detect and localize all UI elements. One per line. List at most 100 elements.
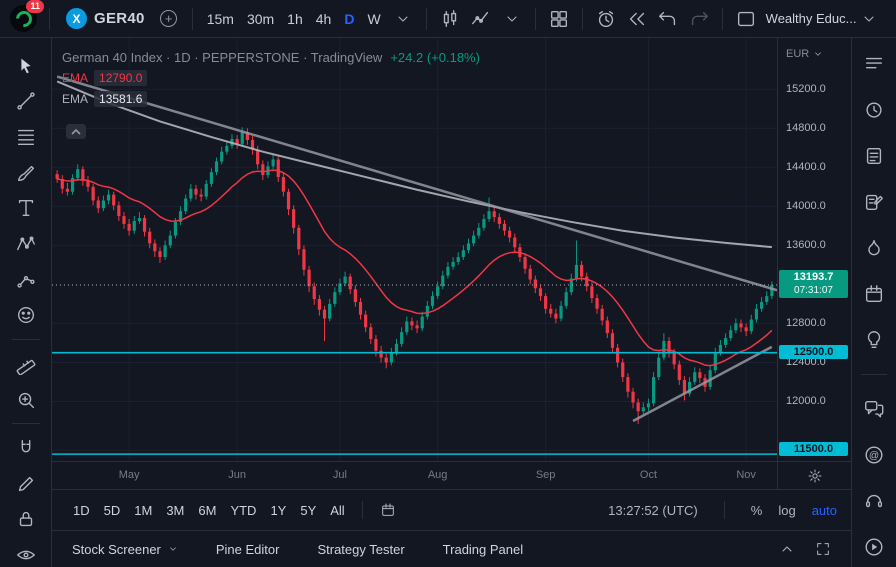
timeframe-15m[interactable]: 15m bbox=[201, 7, 240, 31]
ema-slow-legend[interactable]: EMA 13581.6 bbox=[62, 91, 480, 107]
flame-icon bbox=[863, 237, 885, 259]
percent-scale-button[interactable]: % bbox=[751, 503, 763, 518]
gear-icon[interactable] bbox=[807, 468, 823, 484]
templates-grid-button[interactable] bbox=[544, 4, 574, 34]
notebook-button[interactable] bbox=[860, 190, 888, 214]
timeframe-1h[interactable]: 1h bbox=[281, 7, 309, 31]
fib-retracement-tool-button[interactable] bbox=[12, 125, 40, 149]
measure-tool-button[interactable] bbox=[12, 352, 40, 376]
symbol-search-button[interactable]: X GER40 bbox=[58, 5, 153, 32]
watchlist-icon bbox=[863, 53, 885, 75]
price-scale-label: 14400.0 bbox=[786, 161, 826, 173]
price-scale[interactable]: EUR 15200.014800.014400.014000.013600.01… bbox=[777, 38, 851, 461]
xabcd-pattern-icon bbox=[15, 233, 37, 255]
tab-trading-panel[interactable]: Trading Panel bbox=[443, 542, 523, 557]
timeframe-1d[interactable]: D bbox=[338, 7, 360, 31]
goto-date-button[interactable] bbox=[373, 495, 403, 525]
divider bbox=[12, 423, 40, 424]
hotlists-button[interactable] bbox=[860, 236, 888, 260]
brush-icon bbox=[15, 162, 37, 184]
timeframe-menu-button[interactable] bbox=[388, 4, 418, 34]
time-axis[interactable]: MayJunJulAugSepOctNov bbox=[52, 461, 851, 489]
auto-scale-button[interactable]: auto bbox=[812, 503, 837, 518]
timeframe-1w[interactable]: W bbox=[361, 7, 386, 31]
text-tool-button[interactable] bbox=[12, 197, 40, 221]
alert-button[interactable] bbox=[591, 4, 621, 34]
layout-name[interactable]: Wealthy Educ... bbox=[766, 11, 857, 26]
currency-selector[interactable]: EUR bbox=[786, 48, 823, 60]
indicators-menu-button[interactable] bbox=[497, 4, 527, 34]
divider bbox=[724, 501, 725, 519]
chart-title[interactable]: German 40 Index · 1D · PEPPERSTONE · Tra… bbox=[62, 50, 382, 65]
range-1y[interactable]: 1Y bbox=[263, 499, 293, 522]
chat-button[interactable] bbox=[860, 397, 888, 421]
text-icon bbox=[15, 197, 37, 219]
chevron-up-icon[interactable] bbox=[779, 541, 795, 557]
range-1m[interactable]: 1M bbox=[127, 499, 159, 522]
layout-button[interactable] bbox=[731, 4, 761, 34]
news-button[interactable] bbox=[860, 144, 888, 168]
emoji-tool-button[interactable] bbox=[12, 303, 40, 327]
chart-pane[interactable]: German 40 Index · 1D · PEPPERSTONE · Tra… bbox=[52, 38, 777, 461]
top-toolbar: 11 X GER40 + 15m 30m 1h 4h D W bbox=[0, 0, 896, 38]
compare-add-button[interactable]: + bbox=[154, 4, 184, 34]
range-3m[interactable]: 3M bbox=[159, 499, 191, 522]
candlestick-icon bbox=[439, 8, 461, 30]
range-all[interactable]: All bbox=[323, 499, 351, 522]
undo-arrow-icon bbox=[657, 8, 679, 30]
watchlist-button[interactable] bbox=[860, 52, 888, 76]
alerts-button[interactable] bbox=[860, 98, 888, 122]
pencil-icon bbox=[15, 473, 37, 495]
drawing-mode-button[interactable] bbox=[12, 472, 40, 496]
range-toolbar: 1D 5D 1M 3M 6M YTD 1Y 5Y All 13:27:52 (U… bbox=[52, 489, 851, 530]
range-ytd[interactable]: YTD bbox=[223, 499, 263, 522]
ideas-button[interactable] bbox=[860, 328, 888, 352]
plus-icon: + bbox=[160, 10, 177, 27]
magnet-mode-button[interactable] bbox=[12, 436, 40, 460]
forecast-tool-button[interactable] bbox=[12, 268, 40, 292]
chevron-down-icon bbox=[813, 49, 823, 59]
lock-drawings-button[interactable] bbox=[12, 508, 40, 532]
redo-button[interactable] bbox=[684, 4, 714, 34]
chart-center: German 40 Index · 1D · PEPPERSTONE · Tra… bbox=[52, 38, 851, 567]
trend-line-tool-button[interactable] bbox=[12, 90, 40, 114]
tab-strategy-tester[interactable]: Strategy Tester bbox=[317, 542, 404, 557]
undo-button[interactable] bbox=[653, 4, 683, 34]
tab-pine-editor[interactable]: Pine Editor bbox=[216, 542, 280, 557]
log-scale-button[interactable]: log bbox=[778, 503, 795, 518]
mentions-button[interactable]: @ bbox=[860, 443, 888, 467]
chevron-down-icon bbox=[395, 11, 411, 27]
help-button[interactable] bbox=[860, 489, 888, 513]
symbol-logo-icon: X bbox=[66, 8, 87, 29]
time-axis-month: Jul bbox=[333, 469, 347, 481]
range-1d[interactable]: 1D bbox=[66, 499, 97, 522]
range-5y[interactable]: 5Y bbox=[293, 499, 323, 522]
streams-button[interactable] bbox=[860, 535, 888, 559]
alert-clock-icon bbox=[863, 99, 885, 121]
brush-tool-button[interactable] bbox=[12, 161, 40, 185]
fullscreen-icon[interactable] bbox=[815, 541, 831, 557]
line-chart-icon bbox=[470, 8, 492, 30]
ema-fast-legend[interactable]: EMA 12790.0 bbox=[62, 70, 480, 86]
range-5d[interactable]: 5D bbox=[97, 499, 128, 522]
calendar-button[interactable] bbox=[860, 282, 888, 306]
divider bbox=[192, 8, 193, 30]
hide-drawings-button[interactable] bbox=[12, 543, 40, 567]
divider bbox=[12, 339, 40, 340]
chart-type-candles-button[interactable] bbox=[435, 4, 465, 34]
bar-replay-button[interactable] bbox=[622, 4, 652, 34]
range-6m[interactable]: 6M bbox=[191, 499, 223, 522]
chevron-down-icon[interactable] bbox=[861, 11, 877, 27]
tab-stock-screener[interactable]: Stock Screener bbox=[72, 542, 178, 557]
xabcd-pattern-tool-button[interactable] bbox=[12, 232, 40, 256]
legend-collapse-button[interactable] bbox=[66, 124, 86, 139]
ema-fast-value: 12790.0 bbox=[94, 70, 147, 86]
utc-clock[interactable]: 13:27:52 (UTC) bbox=[608, 503, 698, 518]
zoom-in-tool-button[interactable] bbox=[12, 388, 40, 412]
workspace-logo[interactable]: 11 bbox=[10, 5, 37, 32]
cursor-tool-button[interactable] bbox=[12, 54, 40, 78]
timeframe-30m[interactable]: 30m bbox=[241, 7, 280, 31]
right-sidebar: @ bbox=[851, 38, 896, 567]
indicators-button[interactable] bbox=[466, 4, 496, 34]
timeframe-4h[interactable]: 4h bbox=[310, 7, 338, 31]
